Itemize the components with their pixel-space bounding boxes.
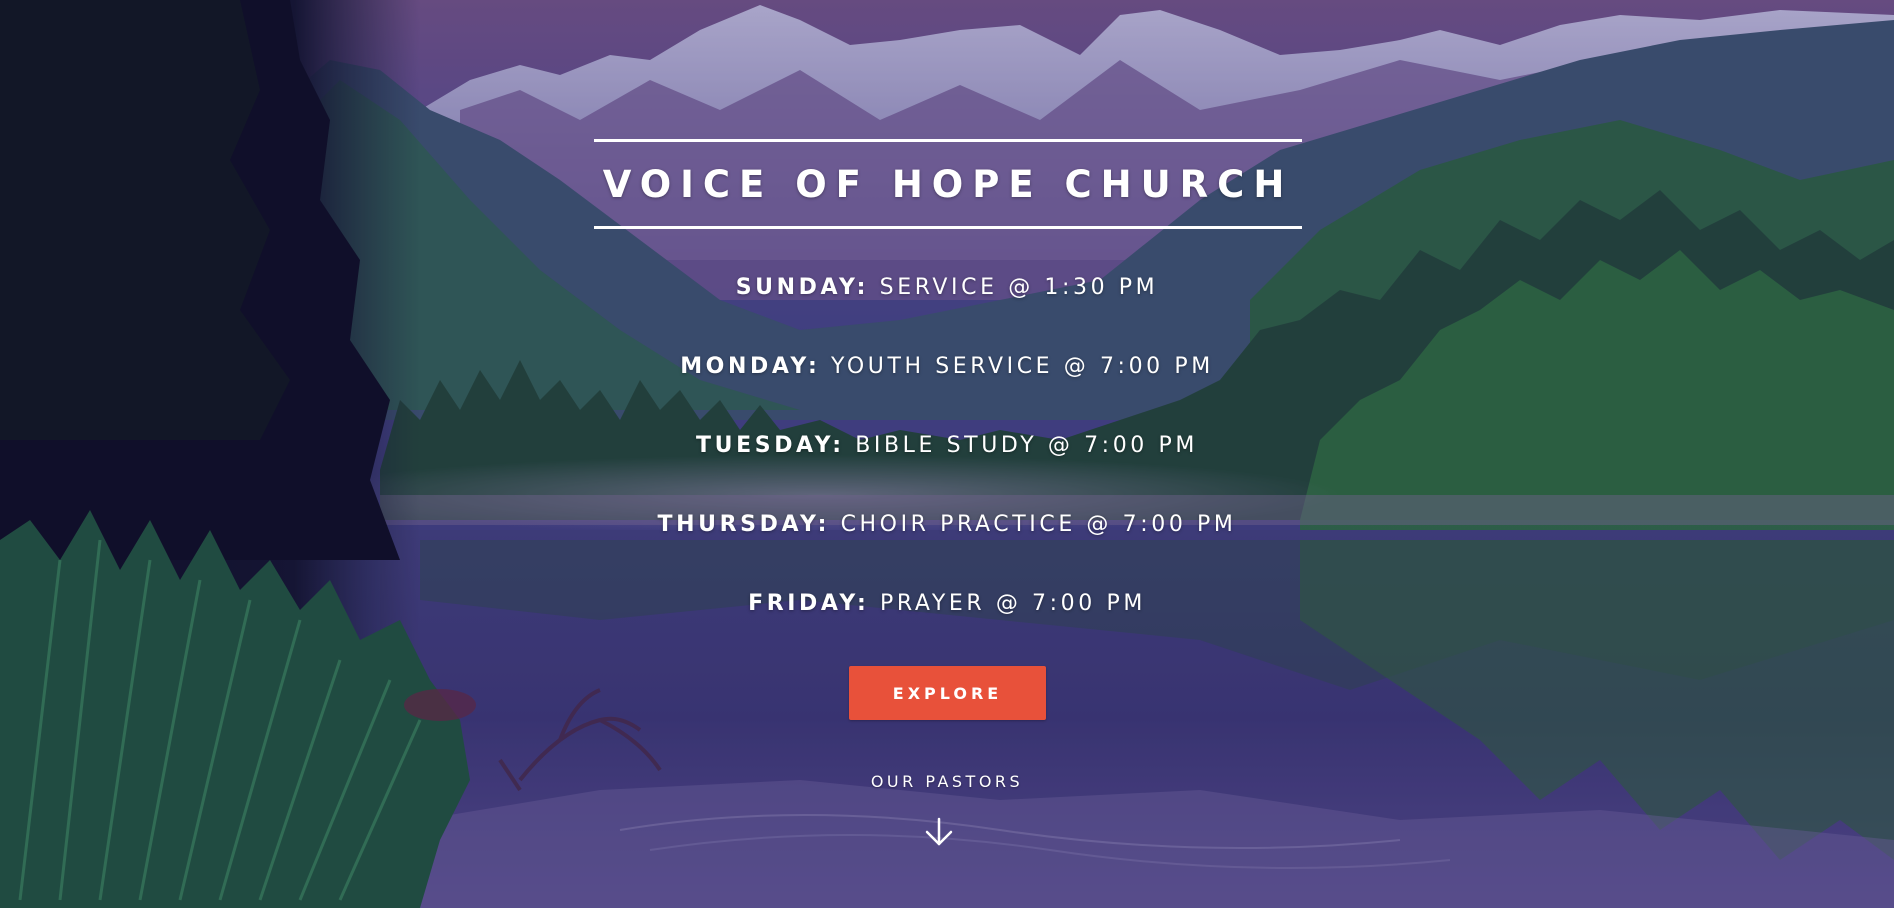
church-title: VOICE OF HOPE CHURCH: [602, 162, 1294, 206]
schedule-day: MONDAY:: [680, 354, 821, 379]
schedule-event: CHOIR PRACTICE @ 7:00 PM: [840, 512, 1237, 537]
schedule-event: SERVICE @ 1:30 PM: [879, 275, 1159, 300]
schedule-event: YOUTH SERVICE @ 7:00 PM: [831, 354, 1214, 379]
hero-section: VOICE OF HOPE CHURCH SUNDAY: SERVICE @ 1…: [0, 0, 1894, 908]
schedule-event: PRAYER @ 7:00 PM: [880, 591, 1146, 616]
schedule-item-tuesday: TUESDAY: BIBLE STUDY @ 7:00 PM: [0, 433, 1894, 458]
title-frame: VOICE OF HOPE CHURCH: [594, 139, 1302, 229]
schedule-item-thursday: THURSDAY: CHOIR PRACTICE @ 7:00 PM: [0, 512, 1894, 537]
schedule-item-friday: FRIDAY: PRAYER @ 7:00 PM: [0, 591, 1894, 616]
schedule-day: SUNDAY:: [735, 275, 870, 300]
schedule-day: FRIDAY:: [748, 591, 870, 616]
hero-content: VOICE OF HOPE CHURCH SUNDAY: SERVICE @ 1…: [0, 0, 1894, 908]
our-pastors-link[interactable]: OUR PASTORS: [0, 772, 1894, 791]
arrow-down-icon[interactable]: [923, 816, 955, 848]
explore-button[interactable]: EXPLORE: [849, 666, 1046, 720]
schedule-item-sunday: SUNDAY: SERVICE @ 1:30 PM: [0, 275, 1894, 300]
schedule-day: THURSDAY:: [657, 512, 830, 537]
schedule-event: BIBLE STUDY @ 7:00 PM: [855, 433, 1198, 458]
schedule-day: TUESDAY:: [696, 433, 845, 458]
schedule-item-monday: MONDAY: YOUTH SERVICE @ 7:00 PM: [0, 354, 1894, 379]
